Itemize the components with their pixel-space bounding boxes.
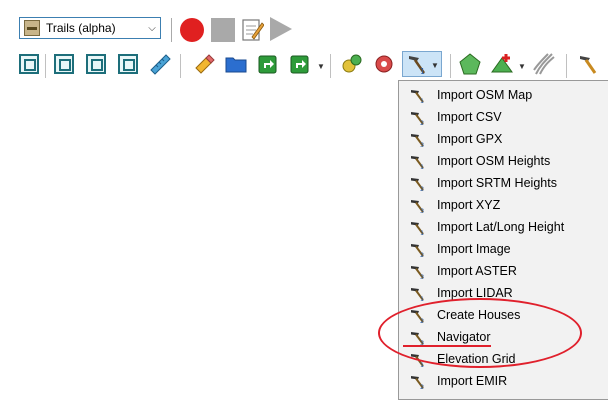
- menu-item-import-xyz[interactable]: 3 Import XYZ: [399, 194, 608, 216]
- hammer-icon: [580, 56, 597, 74]
- chevron-down-icon[interactable]: ▼: [317, 62, 325, 71]
- cube-icon: [19, 54, 39, 74]
- hammer-icon: 2: [411, 376, 424, 390]
- terrain-button[interactable]: [458, 52, 482, 76]
- ruler-icon: [150, 54, 171, 75]
- toolbar-separator: [450, 54, 451, 78]
- menu-item-import-image[interactable]: 2 Import Image: [399, 238, 608, 260]
- annotation-underline: [403, 345, 491, 347]
- cube-icon: [86, 54, 106, 74]
- svg-text:3: 3: [420, 273, 424, 280]
- menu-item-label: Import ASTER: [437, 264, 517, 278]
- chevron-down-icon[interactable]: ⌵: [144, 18, 160, 38]
- menu-item-import-osm-heights[interactable]: 1 Import OSM Heights: [399, 150, 608, 172]
- record-button[interactable]: [180, 18, 204, 42]
- svg-text:1: 1: [420, 229, 424, 236]
- process-button[interactable]: [340, 52, 364, 76]
- hammer-icon: 3: [411, 200, 424, 214]
- add-terrain-icon: [491, 54, 513, 73]
- svg-text:2: 2: [420, 383, 424, 390]
- share-icon: [290, 55, 309, 74]
- scene-combo[interactable]: Trails (alpha) ⌵: [19, 17, 161, 39]
- menu-item-label: Import XYZ: [437, 198, 501, 212]
- menu-item-import-srtm-heights[interactable]: 2 Import SRTM Heights: [399, 172, 608, 194]
- svg-text:1: 1: [420, 163, 424, 170]
- measure-button[interactable]: [148, 52, 172, 76]
- view-top-button[interactable]: [84, 52, 108, 76]
- menu-item-label: Import SRTM Heights: [437, 176, 557, 190]
- notepad-icon: [242, 19, 265, 41]
- chevron-down-icon: ▼: [431, 61, 439, 70]
- hammer-icon: 3: [411, 266, 424, 280]
- add-terrain-button[interactable]: [490, 52, 514, 76]
- gears-icon: [342, 54, 362, 73]
- menu-item-import-osm-map[interactable]: 1 Import OSM Map: [399, 84, 608, 106]
- menu-item-label: Import EMIR: [437, 374, 508, 388]
- toolbar-separator: [45, 54, 46, 78]
- hammer-icon: 1: [411, 90, 424, 104]
- menu-item-import-gpx[interactable]: 3 Import GPX: [399, 128, 608, 150]
- pencil-tool-button[interactable]: [193, 52, 217, 76]
- hammer-icon: 2: [411, 112, 424, 126]
- menu-item-import-csv[interactable]: 2 Import CSV: [399, 106, 608, 128]
- tools-icon: [375, 55, 393, 73]
- menu-item-label: Import CSV: [437, 110, 502, 124]
- menu-item-label: Import OSM Heights: [437, 154, 551, 168]
- import-hammer-icon: 1: [409, 56, 425, 76]
- folder-icon: [225, 57, 247, 73]
- toolbar-separator: [330, 54, 331, 78]
- menu-item-label: Import GPX: [437, 132, 503, 146]
- toolbar-separator: [171, 18, 172, 42]
- export-button[interactable]: [256, 52, 280, 76]
- svg-text:1: 1: [420, 67, 425, 76]
- menu-item-label: Import OSM Map: [437, 88, 533, 102]
- trail-icon: [24, 20, 40, 36]
- import-menu-button[interactable]: 1 ▼: [402, 51, 442, 77]
- hammer-icon: 1: [411, 288, 424, 302]
- hammer-icon: 2: [411, 178, 424, 192]
- roads-button[interactable]: [532, 52, 556, 76]
- toolbar-separator: [180, 54, 181, 78]
- toolbar-separator: [566, 54, 567, 78]
- svg-text:3: 3: [420, 141, 424, 148]
- cube-icon: [54, 54, 74, 74]
- menu-item-import-aster[interactable]: 3 Import ASTER: [399, 260, 608, 282]
- top-toolbar: Trails (alpha) ⌵: [0, 0, 608, 44]
- chevron-down-icon[interactable]: ▼: [518, 62, 526, 71]
- annotation-ellipse: [378, 298, 582, 368]
- stop-button[interactable]: [211, 18, 235, 42]
- cube-icon: [118, 54, 138, 74]
- open-folder-button[interactable]: [224, 52, 248, 76]
- svg-text:2: 2: [420, 119, 424, 126]
- hammer-icon: 1: [411, 222, 424, 236]
- menu-item-import-lat-long-height[interactable]: 1 Import Lat/Long Height: [399, 216, 608, 238]
- view-side-button[interactable]: [116, 52, 140, 76]
- edit-notes-button[interactable]: [240, 17, 265, 43]
- menu-item-label: Import Lat/Long Height: [437, 220, 565, 234]
- terrain-icon: [459, 53, 481, 75]
- play-button[interactable]: [270, 17, 292, 41]
- hammer-icon: 3: [411, 134, 424, 148]
- menu-item-import-emir[interactable]: 2 Import EMIR: [399, 370, 608, 392]
- roads-icon: [533, 53, 555, 75]
- share-button[interactable]: [288, 52, 312, 76]
- build-tool-button[interactable]: [576, 52, 600, 76]
- pencil-icon: [195, 54, 215, 74]
- svg-text:3: 3: [420, 207, 424, 214]
- svg-text:1: 1: [420, 97, 424, 104]
- svg-text:2: 2: [420, 185, 424, 192]
- scene-combo-value: Trails (alpha): [46, 21, 116, 35]
- view-front-button[interactable]: [52, 52, 76, 76]
- svg-text:1: 1: [420, 295, 424, 302]
- hammer-icon: 1: [411, 156, 424, 170]
- secondary-toolbar: ▼ 1 ▼ ▼: [0, 51, 608, 80]
- svg-text:2: 2: [420, 251, 424, 258]
- view-3d-button[interactable]: [17, 52, 41, 76]
- export-icon: [258, 55, 277, 74]
- hammer-icon: 2: [411, 244, 424, 258]
- menu-item-label: Import Image: [437, 242, 511, 256]
- tools-button[interactable]: [372, 52, 396, 76]
